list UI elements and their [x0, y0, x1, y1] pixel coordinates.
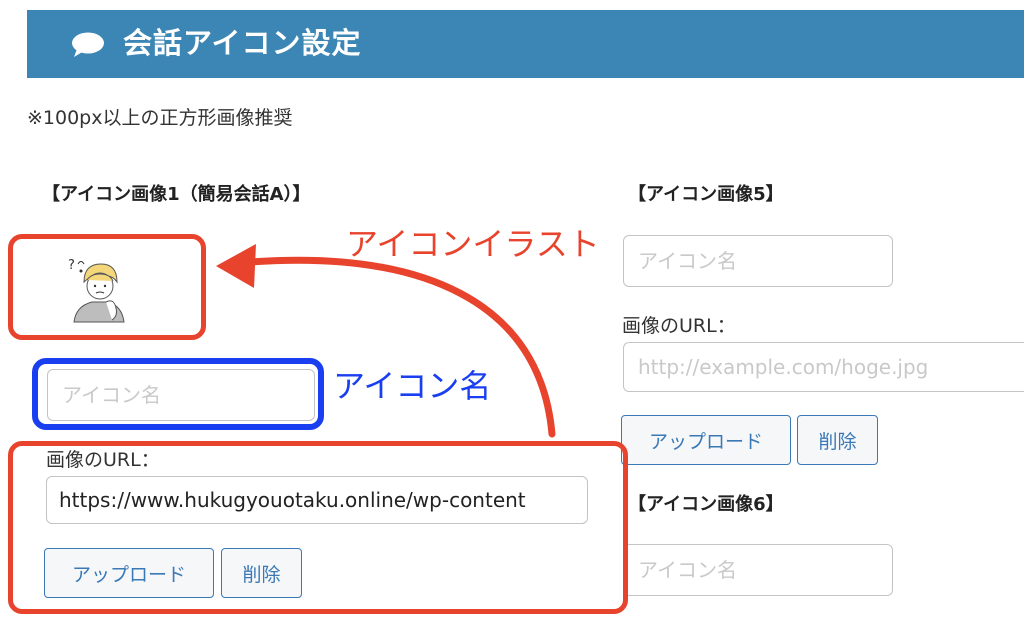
arrow-head-icon — [216, 244, 256, 288]
name-annotation-label: アイコン名 — [333, 367, 492, 405]
annotation-arrow — [216, 244, 556, 438]
illustration-annotation-label: アイコンイラスト — [346, 225, 600, 263]
